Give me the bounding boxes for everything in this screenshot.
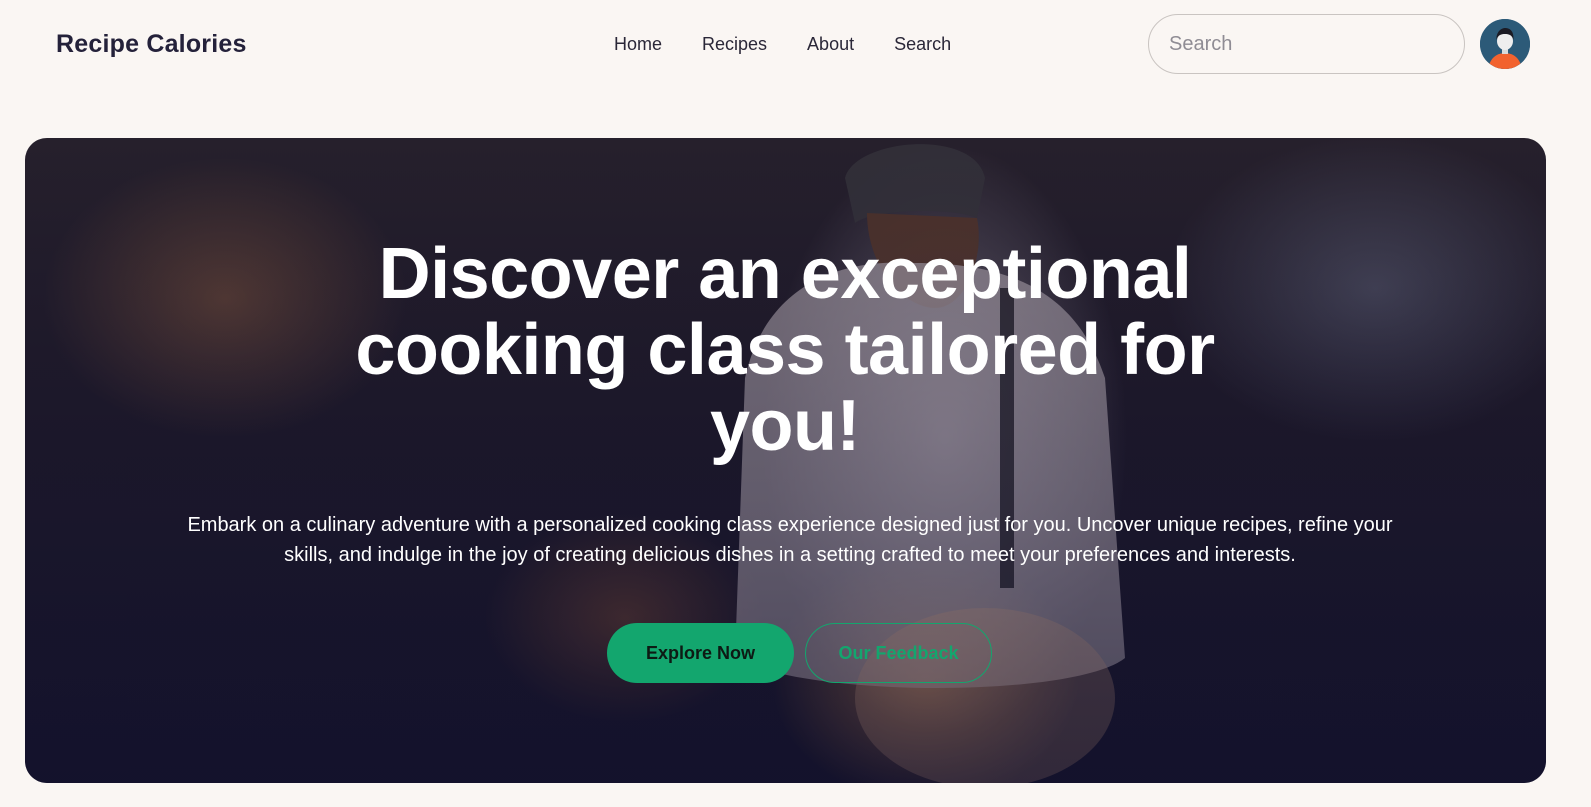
user-avatar-icon[interactable]: [1480, 19, 1530, 69]
hero-banner: Discover an exceptional cooking class ta…: [25, 138, 1546, 783]
nav-link-search[interactable]: Search: [894, 34, 951, 55]
explore-now-button[interactable]: Explore Now: [607, 623, 794, 683]
search-input[interactable]: [1148, 14, 1465, 74]
nav-link-recipes[interactable]: Recipes: [702, 34, 767, 55]
nav-link-about[interactable]: About: [807, 34, 854, 55]
brand-logo-text[interactable]: Recipe Calories: [56, 30, 247, 59]
navbar: Recipe Calories Home Recipes About Searc…: [0, 0, 1591, 90]
avatar-person-icon: [1480, 19, 1530, 69]
hero-title: Discover an exceptional cooking class ta…: [355, 234, 1215, 466]
main-nav: Home Recipes About Search: [614, 34, 991, 55]
nav-link-home[interactable]: Home: [614, 34, 662, 55]
our-feedback-button[interactable]: Our Feedback: [805, 623, 992, 683]
hero-subtitle: Embark on a culinary adventure with a pe…: [187, 514, 1393, 566]
